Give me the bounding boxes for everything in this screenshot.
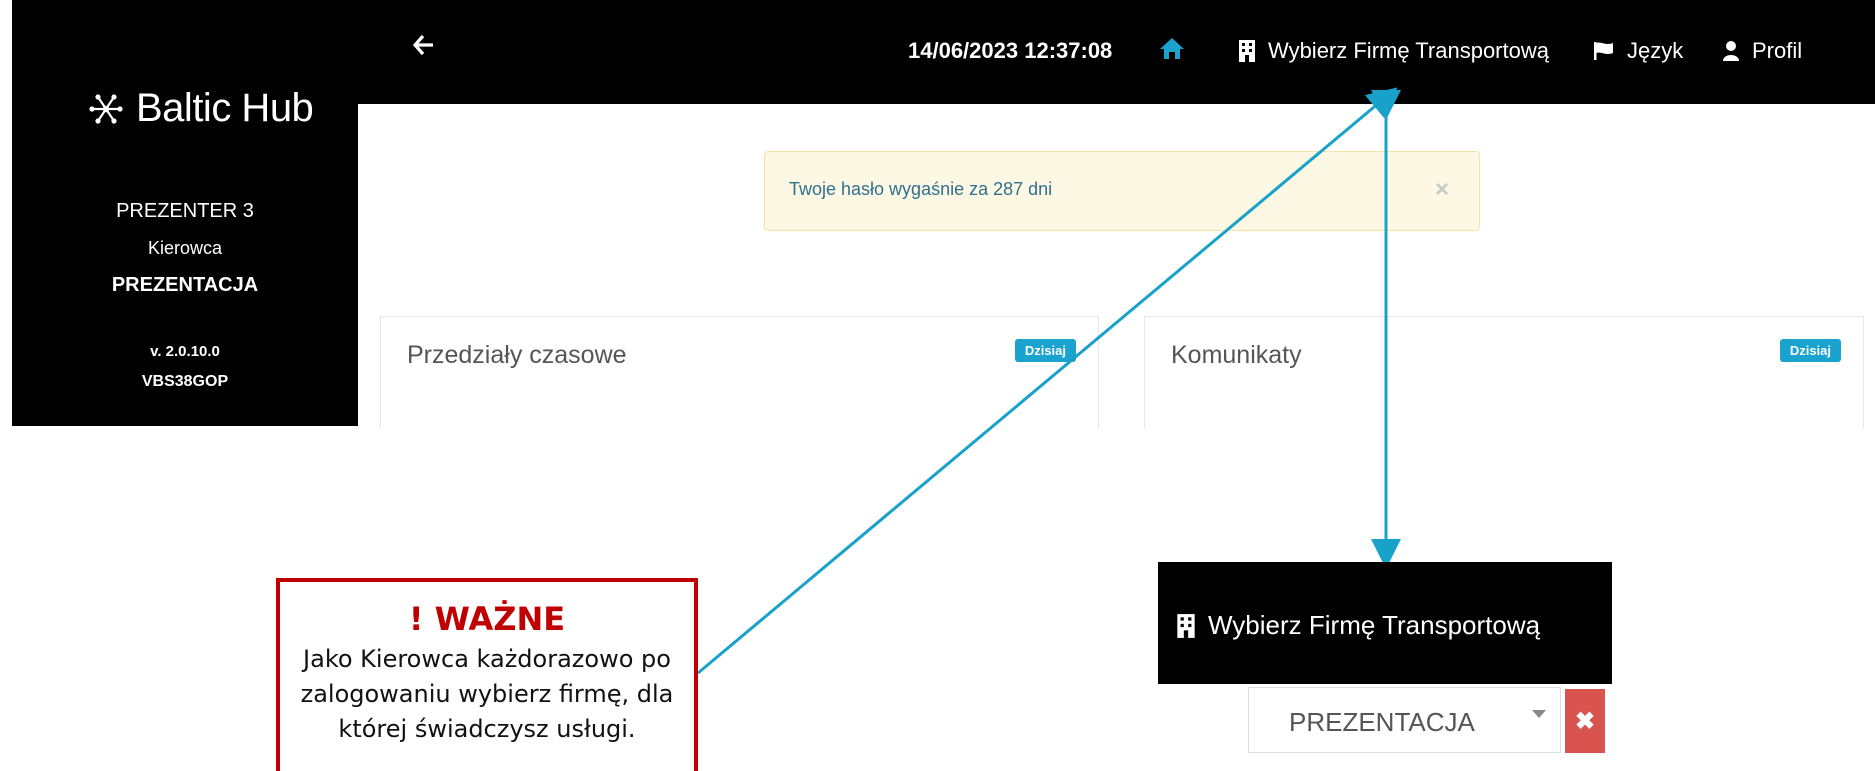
callout-line: zalogowaniu wybierz firmę, dla	[300, 680, 674, 708]
building-icon	[1177, 613, 1195, 638]
company-select[interactable]: PREZENTACJA	[1248, 687, 1561, 753]
clear-company-button[interactable]: ✖	[1565, 689, 1605, 753]
zoomed-company-link[interactable]: Wybierz Firmę Transportową	[1158, 562, 1612, 684]
important-callout: ! WAŻNE Jako Kierowca każdorazowo po zal…	[276, 578, 698, 771]
company-select-value: PREZENTACJA	[1289, 707, 1475, 737]
callout-line: której świadczysz usługi.	[338, 715, 636, 743]
zoomed-company-label: Wybierz Firmę Transportową	[1208, 610, 1541, 640]
callout-line: Jako Kierowca każdorazowo po	[303, 645, 671, 673]
zoomed-company-label-row: Wybierz Firmę Transportową	[1176, 610, 1540, 641]
caret-down-icon	[1532, 710, 1546, 718]
callout-body: Jako Kierowca każdorazowo po zalogowaniu…	[280, 642, 694, 747]
callout-title: ! WAŻNE	[408, 600, 566, 638]
